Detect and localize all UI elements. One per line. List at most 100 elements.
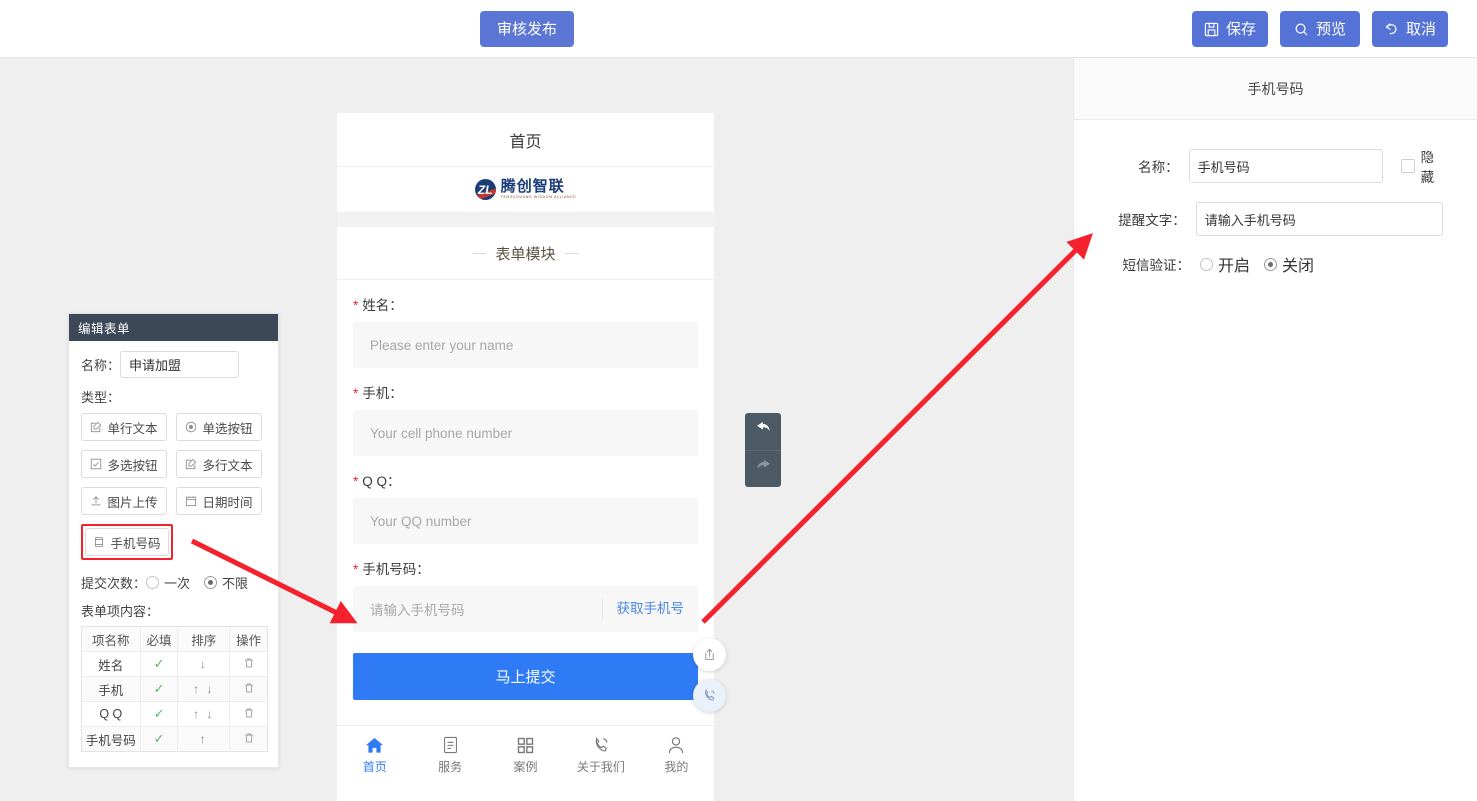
share-icon[interactable] xyxy=(693,638,726,671)
property-tip-input[interactable] xyxy=(1196,202,1443,236)
type-button-datetime[interactable]: 日期时间 xyxy=(176,487,262,515)
required-star-icon: * xyxy=(353,386,358,401)
tab-about-us[interactable]: 关于我们 xyxy=(563,734,638,775)
tab-cases[interactable]: 案例 xyxy=(488,734,563,775)
divider-left xyxy=(473,253,486,254)
undo-button[interactable] xyxy=(745,413,781,451)
property-tip-label: 提醒文字： xyxy=(1074,209,1196,229)
grid-icon xyxy=(517,734,534,754)
field-label-qq: *Q Q： xyxy=(353,456,698,498)
upload-icon xyxy=(90,495,102,507)
cell-sort[interactable]: ↑ ↓ xyxy=(178,677,230,702)
field-input-phone[interactable]: Your cell phone number xyxy=(353,410,698,456)
field-label-text: Q Q： xyxy=(362,474,400,489)
cell-action[interactable] xyxy=(230,702,268,727)
home-icon xyxy=(365,734,384,754)
type-button-radio[interactable]: 单选按钮 xyxy=(176,413,262,441)
radio-selected-icon xyxy=(1264,258,1277,271)
delete-icon[interactable] xyxy=(243,708,255,722)
radio-icon xyxy=(146,576,159,589)
column-header-action: 操作 xyxy=(230,627,268,652)
cell-sort[interactable]: ↑ ↓ xyxy=(178,702,230,727)
required-star-icon: * xyxy=(353,298,358,313)
field-input-mobile-number[interactable]: 请输入手机号码 获取手机号 xyxy=(353,586,698,632)
sms-option-label: 开启 xyxy=(1218,252,1250,276)
cancel-button[interactable]: 取消 xyxy=(1372,11,1448,47)
field-label-text: 手机号码： xyxy=(362,562,430,577)
cell-sort[interactable]: ↓ xyxy=(178,652,230,677)
hidden-checkbox[interactable]: 隐藏 xyxy=(1401,146,1443,186)
field-input-qq[interactable]: Your QQ number xyxy=(353,498,698,544)
tab-label: 我的 xyxy=(664,758,688,775)
table-row[interactable]: Q Q ✓ ↑ ↓ xyxy=(82,702,268,727)
type-button-multi-line-text[interactable]: 多行文本 xyxy=(176,450,262,478)
cell-action[interactable] xyxy=(230,727,268,752)
preview-page-title: 首页 xyxy=(337,113,714,167)
property-name-input[interactable] xyxy=(1189,149,1383,183)
submit-times-option-unlimited[interactable]: 不限 xyxy=(204,573,248,592)
submit-times-label: 提交次数： xyxy=(81,573,146,592)
cell-action[interactable] xyxy=(230,652,268,677)
edit-square-icon xyxy=(185,458,197,470)
submit-times-option-once[interactable]: 一次 xyxy=(146,573,190,592)
table-row[interactable]: 姓名 ✓ ↓ xyxy=(82,652,268,677)
floppy-save-icon xyxy=(1204,22,1219,37)
type-button-mobile-number[interactable]: 手机号码 xyxy=(85,528,169,556)
preview-button[interactable]: 预览 xyxy=(1280,11,1360,47)
form-name-input[interactable] xyxy=(120,351,239,378)
checkbox-icon xyxy=(1401,159,1415,173)
property-panel-title: 手机号码 xyxy=(1074,58,1477,120)
divider-right xyxy=(565,253,578,254)
tab-home[interactable]: 首页 xyxy=(337,734,412,775)
user-icon xyxy=(667,734,685,754)
field-input-name[interactable]: Please enter your name xyxy=(353,322,698,368)
preview-spacer xyxy=(337,213,714,227)
preview-submit-button[interactable]: 马上提交 xyxy=(353,653,698,700)
cancel-label: 取消 xyxy=(1406,22,1436,37)
sms-option-off[interactable]: 关闭 xyxy=(1264,252,1314,276)
logo-subtitle: TENGCHUANG WISDOM ALLIANCE xyxy=(501,196,577,200)
type-button-single-line-text[interactable]: 单行文本 xyxy=(81,413,167,441)
delete-icon[interactable] xyxy=(243,683,255,697)
delete-icon[interactable] xyxy=(243,733,255,747)
logo-name: 腾创智联 xyxy=(501,179,577,194)
cell-sort[interactable]: ↑ xyxy=(178,727,230,752)
tab-label: 服务 xyxy=(438,758,462,775)
sms-option-on[interactable]: 开启 xyxy=(1200,252,1250,276)
phone-icon xyxy=(592,734,610,754)
preview-section-header: 表单模块 xyxy=(337,227,714,280)
save-button[interactable]: 保存 xyxy=(1192,11,1268,47)
table-row[interactable]: 手机 ✓ ↑ ↓ xyxy=(82,677,268,702)
form-builder-screen: 审核发布 保存 预览 xyxy=(0,0,1477,801)
cell-item-name: 手机 xyxy=(82,677,141,702)
cell-required: ✓ xyxy=(140,652,178,677)
field-label-phone: *手机： xyxy=(353,368,698,410)
type-button-label: 图片上传 xyxy=(107,492,157,511)
type-button-label: 多行文本 xyxy=(202,455,252,474)
cell-action[interactable] xyxy=(230,677,268,702)
table-row[interactable]: 手机号码 ✓ ↑ xyxy=(82,727,268,752)
field-label-text: 姓名： xyxy=(362,298,403,313)
form-type-grid: 单行文本 单选按钮 多选按钮 xyxy=(81,413,266,515)
submit-times-row: 提交次数： 一次 不限 xyxy=(81,573,266,592)
field-placeholder: 请输入手机号码 xyxy=(370,599,465,619)
phone-preview: 首页 ZL 腾创智联 TENGCHUANG WISDOM ALLIANCE 表单… xyxy=(337,113,714,801)
form-name-label: 名称： xyxy=(81,355,120,374)
publish-review-label: 审核发布 xyxy=(497,22,557,37)
type-button-image-upload[interactable]: 图片上传 xyxy=(81,487,167,515)
selected-type-highlight: 手机号码 xyxy=(81,524,173,560)
redo-button[interactable] xyxy=(745,451,781,488)
table-header-row: 项名称 必填 排序 操作 xyxy=(82,627,268,652)
delete-icon[interactable] xyxy=(243,658,255,672)
tab-label: 案例 xyxy=(514,758,538,775)
get-phone-number-button[interactable]: 获取手机号 xyxy=(602,599,699,619)
column-header-sort: 排序 xyxy=(178,627,230,652)
tab-service[interactable]: 服务 xyxy=(412,734,487,775)
preview-tabbar: 首页 服务 案例 关于我们 xyxy=(337,725,714,783)
phone-icon[interactable] xyxy=(693,679,726,712)
hidden-checkbox-label: 隐藏 xyxy=(1421,146,1443,186)
tab-mine[interactable]: 我的 xyxy=(639,734,714,775)
publish-review-button[interactable]: 审核发布 xyxy=(480,11,574,47)
type-button-checkbox[interactable]: 多选按钮 xyxy=(81,450,167,478)
form-items-table: 项名称 必填 排序 操作 姓名 ✓ ↓ xyxy=(81,626,268,752)
